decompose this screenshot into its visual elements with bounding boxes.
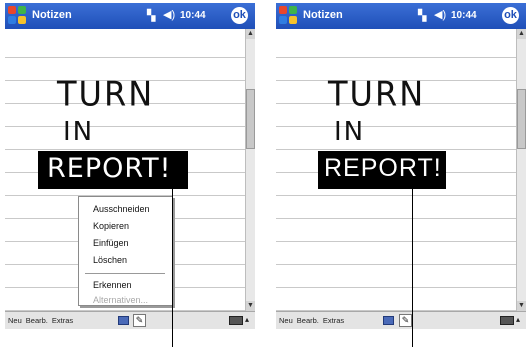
screen-after-recognition: Notizen ▚ ◀) 10:44 ok ▲ ▼ TURN IN REPORT… [276, 3, 526, 329]
command-bar: Neu Bearb. Extras ✎ ▴ [5, 311, 255, 329]
menu-separator [85, 273, 165, 274]
recognized-text-report[interactable]: REPORT! [324, 154, 442, 183]
scroll-down-icon[interactable]: ▼ [246, 301, 255, 311]
app-title: Notizen [32, 9, 72, 21]
vertical-scrollbar[interactable]: ▲ ▼ [245, 29, 255, 311]
scroll-up-icon[interactable]: ▲ [246, 29, 255, 39]
speaker-icon[interactable]: ◀) [163, 8, 175, 21]
menu-item-alternatives: Alternativen... [93, 295, 149, 305]
sip-arrow-icon[interactable]: ▴ [516, 315, 520, 324]
menu-edit[interactable]: Bearb. [297, 316, 319, 325]
menu-tools[interactable]: Extras [323, 316, 344, 325]
scroll-up-icon[interactable]: ▲ [517, 29, 526, 39]
signal-icon[interactable]: ▚ [418, 9, 426, 22]
signal-icon[interactable]: ▚ [147, 9, 155, 22]
scroll-thumb[interactable] [246, 89, 255, 149]
menu-new[interactable]: Neu [279, 316, 293, 325]
menu-item-recognize[interactable]: Erkennen [93, 280, 132, 290]
context-menu: Ausschneiden Kopieren Einfügen Löschen E… [78, 196, 173, 306]
clock[interactable]: 10:44 [451, 10, 477, 21]
speaker-icon[interactable]: ◀) [434, 8, 446, 21]
callout-line-right [412, 178, 413, 347]
menu-item-copy[interactable]: Kopieren [93, 221, 129, 231]
app-title: Notizen [303, 9, 343, 21]
menu-edit[interactable]: Bearb. [26, 316, 48, 325]
pen-icon[interactable]: ✎ [133, 314, 146, 327]
pen-icon[interactable]: ✎ [399, 314, 412, 327]
menu-item-paste[interactable]: Einfügen [93, 238, 129, 248]
callout-line-left [172, 178, 173, 347]
scroll-thumb[interactable] [517, 89, 526, 149]
keyboard-icon[interactable] [383, 316, 394, 325]
menu-new[interactable]: Neu [8, 316, 22, 325]
vertical-scrollbar[interactable]: ▲ ▼ [516, 29, 526, 311]
command-bar: Neu Bearb. Extras ✎ ▴ [276, 311, 526, 329]
title-bar: Notizen ▚ ◀) 10:44 ok [5, 3, 255, 29]
windows-flag-icon[interactable] [8, 6, 28, 26]
windows-flag-icon[interactable] [279, 6, 299, 26]
input-panel-icon[interactable] [229, 316, 243, 325]
scroll-down-icon[interactable]: ▼ [517, 301, 526, 311]
menu-item-delete[interactable]: Löschen [93, 255, 127, 265]
input-panel-icon[interactable] [500, 316, 514, 325]
menu-tools[interactable]: Extras [52, 316, 73, 325]
ok-button[interactable]: ok [231, 7, 248, 24]
handwriting-in[interactable]: IN [63, 117, 94, 147]
sip-arrow-icon[interactable]: ▴ [245, 315, 249, 324]
screen-before-recognition: Notizen ▚ ◀) 10:44 ok ▲ ▼ TURN IN REPORT… [5, 3, 255, 329]
handwriting-turn[interactable]: TURN [57, 74, 154, 114]
menu-item-cut[interactable]: Ausschneiden [93, 204, 150, 214]
ok-button[interactable]: ok [502, 7, 519, 24]
title-bar: Notizen ▚ ◀) 10:44 ok [276, 3, 526, 29]
handwriting-report[interactable]: REPORT! [47, 153, 171, 184]
handwriting-in[interactable]: IN [334, 117, 365, 147]
clock[interactable]: 10:44 [180, 10, 206, 21]
handwriting-turn[interactable]: TURN [328, 74, 425, 114]
keyboard-icon[interactable] [118, 316, 129, 325]
